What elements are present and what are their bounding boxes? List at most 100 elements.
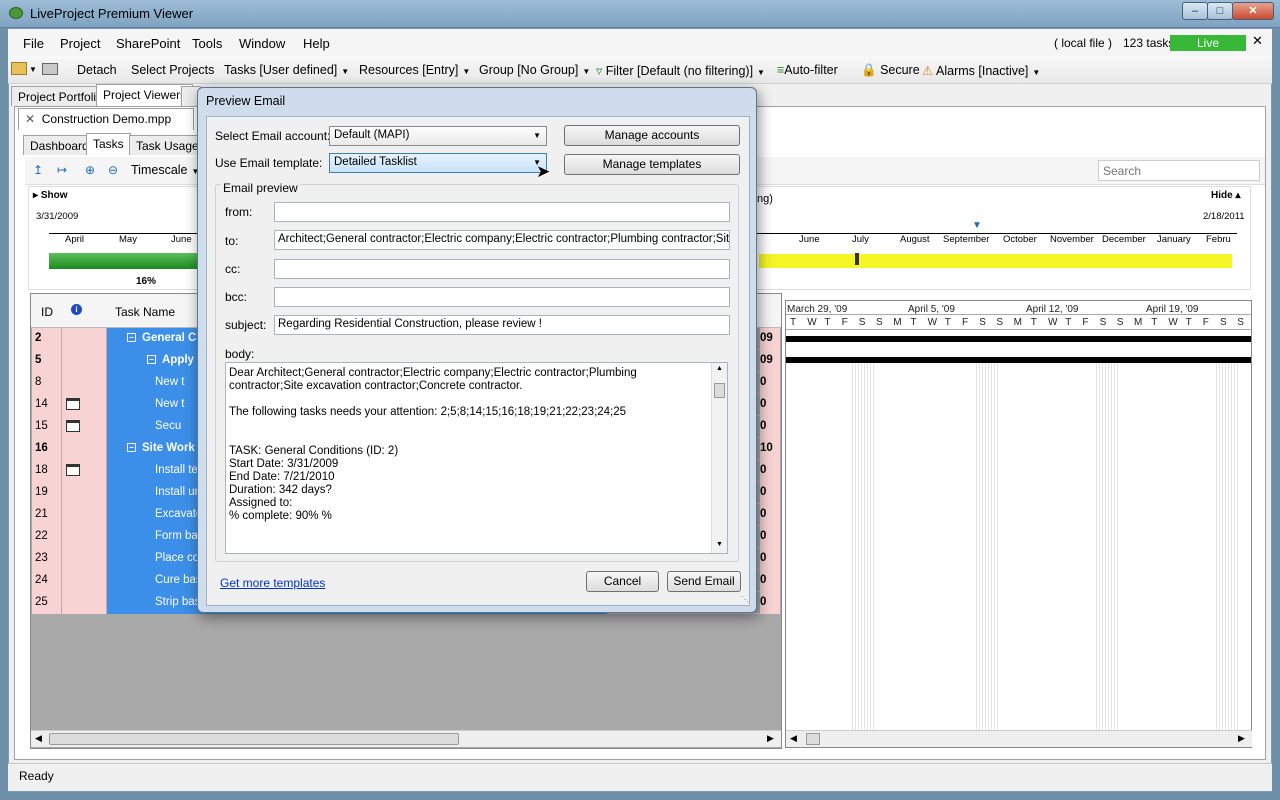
window-title: LiveProject Premium Viewer xyxy=(30,6,194,21)
resources-dropdown[interactable]: Resources [Entry] ▼ xyxy=(359,63,470,77)
collapse-icon[interactable]: − xyxy=(127,333,136,343)
row-task-name-text: Excavate xyxy=(155,508,203,520)
scroll-thumb[interactable] xyxy=(714,383,725,398)
chevron-down-icon: ▼ xyxy=(341,67,350,76)
gantt-day-row: TWTFSSMTWTFSSMTWTFSSMTWTFSS xyxy=(786,316,1251,330)
manage-templates-button[interactable]: Manage templates xyxy=(564,154,740,175)
gantt-weekend-shade xyxy=(852,363,874,747)
scroll-thumb[interactable] xyxy=(806,733,820,745)
bcc-field[interactable] xyxy=(274,287,730,307)
gantt-day: T xyxy=(824,317,831,328)
filter-dropdown[interactable]: ▿ Filter [Default (no filtering)] ▼ xyxy=(596,63,765,78)
gantt-week: March 29, '09 xyxy=(787,304,848,315)
chevron-down-icon: ▼ xyxy=(533,131,541,140)
row-id: 18 xyxy=(32,460,62,482)
tab-document[interactable]: ✕ Construction Demo.mpp xyxy=(18,108,194,130)
tab-project-viewers[interactable]: Project Viewers xyxy=(96,84,194,106)
collapse-icon[interactable]: − xyxy=(127,443,136,453)
maximize-button[interactable]: □ xyxy=(1207,2,1233,20)
from-field[interactable] xyxy=(274,202,730,222)
tab-task-usage[interactable]: Task Usage xyxy=(129,135,206,155)
timeline-marker-icon: ▼ xyxy=(972,220,982,231)
row-end-fragment: 0 xyxy=(760,394,780,416)
timeline-month: April xyxy=(65,234,85,245)
scroll-left-icon[interactable]: ◀ xyxy=(790,733,797,744)
row-id: 16 xyxy=(32,438,62,460)
close-button[interactable]: ✕ xyxy=(1232,2,1274,20)
timescale-dropdown[interactable]: Timescale ▼ xyxy=(131,163,199,177)
send-email-button[interactable]: Send Email xyxy=(667,571,741,592)
gantt-day: S xyxy=(1099,317,1107,328)
note-icon[interactable] xyxy=(66,464,80,476)
mouse-cursor-icon: ➤ xyxy=(536,162,551,181)
print-icon[interactable] xyxy=(42,63,58,75)
row-task-name-text: Strip bas xyxy=(155,596,201,608)
scroll-right-icon[interactable]: ▶ xyxy=(1238,733,1245,744)
email-template-select[interactable]: Detailed Tasklist ▼ xyxy=(329,153,547,173)
grid-hscrollbar[interactable]: ◀ ▶ xyxy=(31,730,781,747)
body-vscrollbar[interactable]: ▲ ▼ xyxy=(711,363,727,553)
tab-tasks[interactable]: Tasks xyxy=(86,133,131,155)
row-end-fragment: 0 xyxy=(760,482,780,504)
scroll-right-icon[interactable]: ▶ xyxy=(767,733,774,744)
search-input[interactable] xyxy=(1098,160,1260,181)
tab-dashboard[interactable]: Dashboard xyxy=(23,135,96,155)
scroll-up-icon[interactable]: ▲ xyxy=(716,365,723,372)
secure-button[interactable]: 🔒 Secure xyxy=(861,63,920,78)
outdent-icon[interactable]: ↦ xyxy=(57,163,67,177)
menu-help[interactable]: Help xyxy=(303,36,330,51)
alarms-dropdown[interactable]: ⚠ Alarms [Inactive] ▼ xyxy=(922,63,1040,78)
manage-accounts-button[interactable]: Manage accounts xyxy=(564,125,740,146)
zoom-out-icon[interactable]: ⊖ xyxy=(108,163,118,177)
status-bar: Ready xyxy=(8,763,1272,791)
timeline-show[interactable]: ▸ Show xyxy=(33,190,67,201)
tab-project-portfolio[interactable]: Project Portfolio xyxy=(11,86,110,106)
menu-tools[interactable]: Tools xyxy=(192,36,222,51)
email-account-select[interactable]: Default (MAPI) ▼ xyxy=(329,126,547,146)
resize-grip-icon[interactable]: ⋱ xyxy=(741,595,749,604)
tasks-dropdown[interactable]: Tasks [User defined] ▼ xyxy=(224,63,349,77)
cancel-button[interactable]: Cancel xyxy=(586,571,659,592)
subject-field[interactable]: Regarding Residential Construction, plea… xyxy=(274,315,730,335)
detach-button[interactable]: Detach xyxy=(77,63,117,77)
scroll-thumb[interactable] xyxy=(49,733,459,745)
group-dropdown[interactable]: Group [No Group] ▼ xyxy=(479,63,590,77)
gantt-hscrollbar[interactable]: ◀ ▶ xyxy=(786,730,1252,747)
zoom-in-icon[interactable]: ⊕ xyxy=(85,163,95,177)
note-icon[interactable] xyxy=(66,398,80,410)
body-field[interactable]: Dear Architect;General contractor;Electr… xyxy=(225,362,728,554)
timeline-hide[interactable]: Hide ▴ xyxy=(1211,190,1240,201)
gantt-week: April 19, '09 xyxy=(1146,304,1199,315)
scroll-left-icon[interactable]: ◀ xyxy=(35,733,42,744)
collapse-icon[interactable]: − xyxy=(147,355,156,365)
timeline-partial-text: ng) xyxy=(757,193,773,205)
menu-project[interactable]: Project xyxy=(60,36,100,51)
row-id: 21 xyxy=(32,504,62,526)
cc-field[interactable] xyxy=(274,259,730,279)
indent-icon[interactable]: ↥ xyxy=(33,163,43,177)
row-id: 22 xyxy=(32,526,62,548)
open-folder-icon[interactable] xyxy=(11,62,27,75)
get-more-templates-link[interactable]: Get more templates xyxy=(220,576,325,590)
email-preview-label: Email preview xyxy=(221,181,300,195)
column-header-task-name[interactable]: Task Name xyxy=(115,305,175,319)
menu-window[interactable]: Window xyxy=(239,36,285,51)
menu-file[interactable]: File xyxy=(23,36,44,51)
dropdown-arrow-icon[interactable]: ▼ xyxy=(29,65,37,74)
note-icon[interactable] xyxy=(66,420,80,432)
select-projects-button[interactable]: Select Projects xyxy=(131,63,214,77)
scroll-down-icon[interactable]: ▼ xyxy=(716,541,723,548)
autofilter-label: Auto-filter xyxy=(784,63,838,77)
to-field[interactable]: Architect;General contractor;Electric co… xyxy=(274,230,730,250)
alarms-dropdown-label: Alarms [Inactive] xyxy=(936,64,1029,78)
menu-sharepoint[interactable]: SharePoint xyxy=(116,36,180,51)
gantt-day: F xyxy=(841,317,848,328)
timeline-month: December xyxy=(1102,234,1146,245)
menu-close-icon[interactable]: ✕ xyxy=(1252,33,1263,49)
autofilter-button[interactable]: ≡Auto-filter xyxy=(777,63,838,77)
close-doc-icon[interactable]: ✕ xyxy=(25,112,35,126)
row-task-name-text: Secu xyxy=(155,420,182,432)
minimize-button[interactable]: – xyxy=(1182,2,1208,20)
gantt-weekend-shade xyxy=(1096,363,1118,747)
column-header-id[interactable]: ID xyxy=(41,305,53,319)
